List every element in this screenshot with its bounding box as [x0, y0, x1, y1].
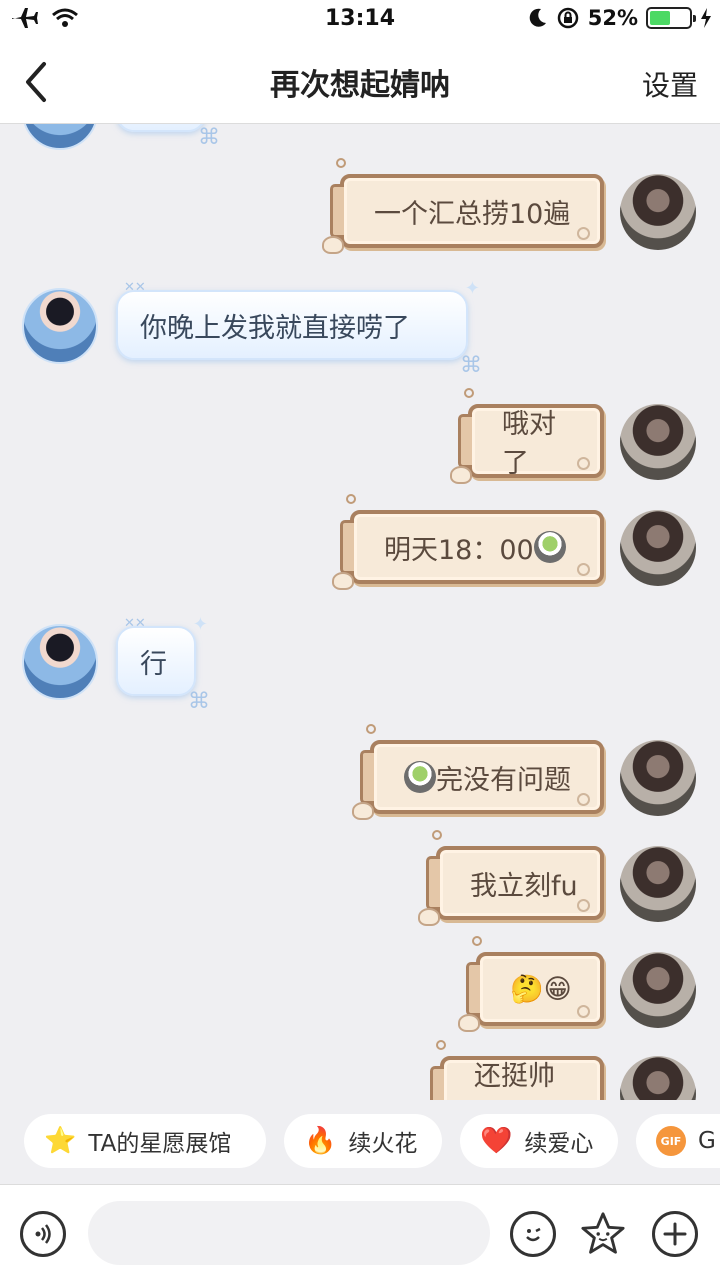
chip-label: 续火花	[348, 1131, 418, 1157]
message-bubble-theirs[interactable]: ✕✕ ✦ ⌘ 行	[116, 614, 210, 714]
settings-button[interactable]: 设置	[642, 64, 698, 104]
message-bubble-mine[interactable]: 🤔😁	[458, 936, 604, 1032]
my-avatar[interactable]	[620, 404, 696, 480]
my-avatar[interactable]	[620, 952, 696, 1028]
message-bubble-partial: ⌘	[116, 124, 220, 150]
message-input[interactable]	[88, 1201, 490, 1265]
sticker-button[interactable]	[580, 1211, 626, 1257]
message-text: 哦对了	[502, 409, 556, 479]
heart-icon: ❤️	[480, 1126, 513, 1156]
battery-icon	[646, 7, 696, 29]
message-text: 我立刻fu	[470, 870, 578, 902]
tea-emoji	[533, 531, 566, 563]
charging-icon	[701, 8, 711, 28]
status-right: 52%	[528, 6, 712, 30]
gif-button[interactable]: GIF G	[636, 1114, 720, 1168]
voice-icon	[35, 1224, 51, 1244]
tea-emoji	[404, 761, 436, 793]
contact-avatar[interactable]	[22, 288, 98, 364]
battery-fill	[650, 11, 670, 25]
chat-message-list[interactable]: ⌘ 一个汇总捞10遍 ✕✕ ✦ ⌘ 你晚上发我就直接唠了 哦对了 明天18：00 ✕…	[0, 124, 720, 1100]
moon-icon	[529, 8, 546, 27]
chip-label: TA的星愿展馆	[88, 1131, 232, 1157]
smiley-icon	[526, 1227, 541, 1242]
message-text: 完没有问题	[436, 764, 571, 796]
voice-button[interactable]	[20, 1211, 66, 1257]
plus-icon	[663, 1222, 687, 1246]
star-icon: ⭐	[44, 1126, 77, 1156]
my-avatar[interactable]	[620, 174, 696, 250]
my-avatar[interactable]	[620, 1056, 696, 1100]
message-bubble-mine[interactable]: 明天18：00	[332, 494, 604, 590]
star-wish-gallery-button[interactable]: ⭐ TA的星愿展馆	[24, 1114, 266, 1168]
fire-icon: 🔥	[304, 1126, 337, 1156]
battery-percent: 52%	[587, 6, 638, 30]
status-bar: 13:14 52%	[0, 0, 720, 40]
quick-action-bar: ⭐ TA的星愿展馆 🔥 续火花 ❤️ 续爱心 GIF G	[0, 1100, 720, 1184]
chat-title: 再次想起婧呐	[270, 68, 450, 103]
message-text: 你晚上发我就直接唠了	[140, 312, 410, 344]
message-bubble-mine[interactable]: 一个汇总捞10遍	[322, 158, 604, 254]
message-bubble-theirs[interactable]: ✕✕ ✦ ⌘ 你晚上发我就直接唠了	[116, 278, 482, 378]
add-more-button[interactable]	[652, 1211, 698, 1257]
my-avatar[interactable]	[620, 846, 696, 922]
gif-icon: GIF	[656, 1126, 686, 1156]
message-text: 明天18：00	[384, 534, 534, 566]
emoji-button[interactable]	[510, 1211, 556, 1257]
message-text: 🤔😁	[510, 974, 572, 1005]
continue-heart-button[interactable]: ❤️ 续爱心	[460, 1114, 618, 1168]
my-avatar[interactable]	[620, 740, 696, 816]
message-text: 一个汇总捞10遍	[374, 198, 571, 230]
chip-label: G	[698, 1128, 716, 1154]
message-text: 还挺帅的	[474, 1061, 555, 1092]
nav-bar: 再次想起婧呐 设置	[0, 40, 720, 124]
message-bubble-mine[interactable]: 我立刻fu	[418, 830, 604, 926]
contact-avatar[interactable]	[22, 124, 98, 150]
message-bubble-mine[interactable]: 哦对了	[450, 388, 604, 484]
rotation-lock-icon	[557, 7, 578, 29]
continue-spark-button[interactable]: 🔥 续火花	[284, 1114, 442, 1168]
chip-label: 续爱心	[524, 1131, 594, 1157]
message-bubble-mine[interactable]: 还挺帅的	[430, 1040, 604, 1100]
message-text: 行	[140, 648, 167, 680]
my-avatar[interactable]	[620, 510, 696, 586]
message-bubble-mine[interactable]: 完没有问题	[352, 724, 604, 820]
contact-avatar[interactable]	[22, 624, 98, 700]
message-input-bar	[0, 1184, 720, 1280]
star-sticker-icon	[581, 1212, 625, 1254]
